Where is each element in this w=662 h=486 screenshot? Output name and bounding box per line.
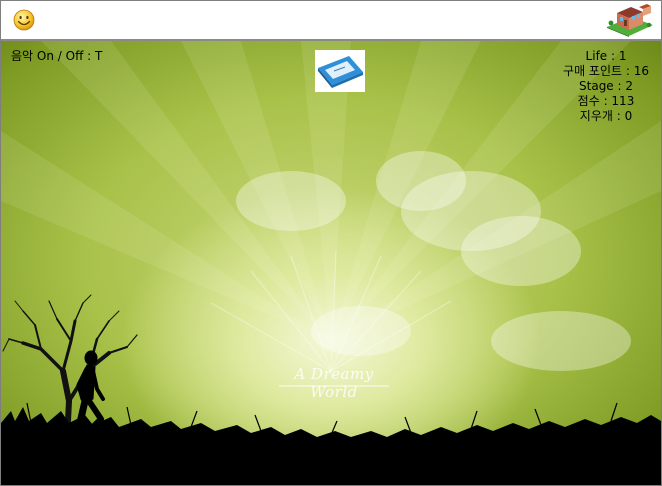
house-icon[interactable] bbox=[605, 3, 655, 37]
score-counter: 점수 : 113 bbox=[577, 94, 635, 108]
life-counter: Life : 1 bbox=[585, 49, 627, 63]
purchase-points: 구매 포인트 : 16 bbox=[563, 64, 649, 78]
status-panel: Life : 1 구매 포인트 : 16 Stage : 2 점수 : 113 … bbox=[563, 49, 649, 124]
eraser-icon bbox=[318, 56, 363, 88]
eraser-counter: 지우개 : 0 bbox=[579, 109, 633, 123]
music-toggle-text[interactable]: 음악 On / Off : T bbox=[11, 47, 102, 64]
stage-counter: Stage : 2 bbox=[579, 79, 633, 93]
game-window: 음악 On / Off : T Life : 1 구매 포인트 : 16 Sta… bbox=[0, 0, 662, 486]
eraser-item[interactable] bbox=[315, 50, 365, 92]
smiley-face-icon[interactable] bbox=[13, 9, 35, 31]
game-stage[interactable]: 음악 On / Off : T Life : 1 구매 포인트 : 16 Sta… bbox=[1, 41, 661, 485]
runner-silhouette[interactable] bbox=[57, 349, 107, 473]
top-bar bbox=[1, 1, 661, 41]
